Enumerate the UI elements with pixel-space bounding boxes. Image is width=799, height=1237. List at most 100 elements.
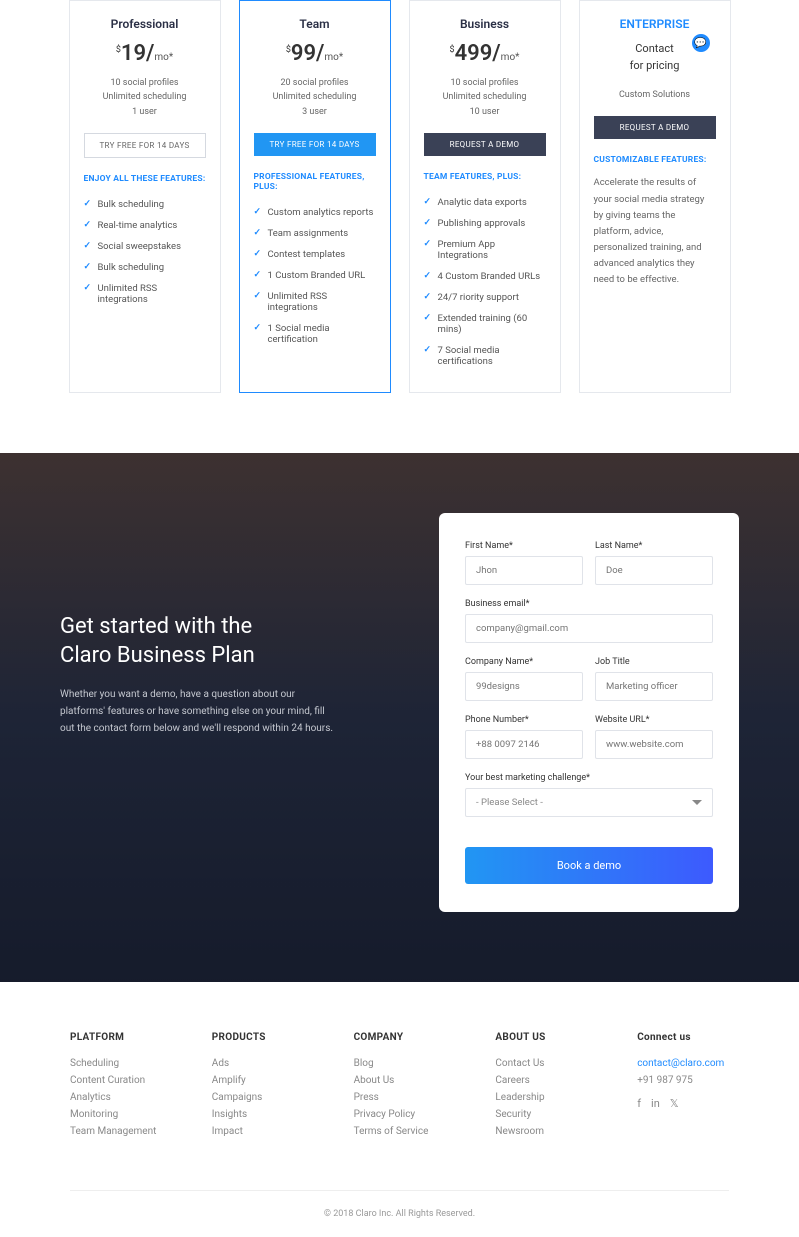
demo-form: First Name* Last Name* Business email* C… <box>439 513 739 912</box>
footer-link[interactable]: Team Management <box>70 1123 162 1140</box>
footer-link[interactable]: Press <box>354 1089 446 1106</box>
footer-column: PLATFORM SchedulingContent CurationAnalyt… <box>70 1032 162 1140</box>
feature-item: 24/7 riority support <box>424 287 546 308</box>
pricing-card: Professional$19/mo*10 social profilesUnl… <box>69 0 221 393</box>
footer-link[interactable]: Terms of Service <box>354 1123 446 1140</box>
facebook-icon[interactable]: f <box>637 1097 641 1110</box>
footer-column: PRODUCTS AdsAmplifyCampaignsInsightsImpac… <box>212 1032 304 1140</box>
footer-link[interactable]: Impact <box>212 1123 304 1140</box>
email-input[interactable] <box>465 614 713 643</box>
feature-item: Social sweepstakes <box>84 236 206 257</box>
footer-col-title: COMPANY <box>354 1032 446 1043</box>
features-list: Bulk schedulingReal-time analyticsSocial… <box>84 194 206 310</box>
footer-link[interactable]: Newsroom <box>495 1123 587 1140</box>
footer-link[interactable]: Monitoring <box>70 1106 162 1123</box>
contact-pricing: 💬Contactfor pricing <box>594 41 716 74</box>
footer-link[interactable]: Leadership <box>495 1089 587 1106</box>
feature-item: Unlimited RSS integrations <box>254 286 376 318</box>
hero-desc: Whether you want a demo, have a question… <box>60 686 340 737</box>
footer-link[interactable]: Ads <box>212 1055 304 1072</box>
first-name-input[interactable] <box>465 556 583 585</box>
job-title-input[interactable] <box>595 672 713 701</box>
contact-email[interactable]: contact@claro.com <box>637 1055 729 1072</box>
contact-phone: +91 987 975 <box>637 1072 729 1089</box>
linkedin-icon[interactable]: in <box>651 1097 660 1110</box>
feature-item: Custom analytics reports <box>254 202 376 223</box>
chat-icon[interactable]: 💬 <box>692 34 710 52</box>
last-name-input[interactable] <box>595 556 713 585</box>
plan-price: $19/mo* <box>84 41 206 66</box>
label-last-name: Last Name* <box>595 541 713 551</box>
plan-cta-button[interactable]: REQUEST A DEMO <box>424 133 546 156</box>
company-input[interactable] <box>465 672 583 701</box>
plan-meta: 20 social profilesUnlimited scheduling3 … <box>254 76 376 119</box>
hero-title: Get started with theClaro Business Plan <box>60 613 389 670</box>
footer-col-title: ABOUT US <box>495 1032 587 1043</box>
feature-item: Real-time analytics <box>84 215 206 236</box>
features-title: TEAM FEATURES, PLUS: <box>424 172 546 182</box>
features-title: PROFESSIONAL FEATURES, PLUS: <box>254 172 376 192</box>
footer-column: COMPANY BlogAbout UsPressPrivacy PolicyTe… <box>354 1032 446 1140</box>
label-first-name: First Name* <box>465 541 583 551</box>
footer-link[interactable]: Analytics <box>70 1089 162 1106</box>
plan-name: ENTERPRISE <box>594 17 716 31</box>
feature-item: 1 Custom Branded URL <box>254 265 376 286</box>
twitter-icon[interactable]: 𝕏 <box>670 1097 679 1110</box>
footer-link[interactable]: Content Curation <box>70 1072 162 1089</box>
footer-link[interactable]: Insights <box>212 1106 304 1123</box>
website-input[interactable] <box>595 730 713 759</box>
plan-cta-button[interactable]: REQUEST A DEMO <box>594 116 716 139</box>
features-list: Custom analytics reportsTeam assignments… <box>254 202 376 350</box>
feature-item: Extended training (60 mins) <box>424 308 546 340</box>
connect-title: Connect us <box>637 1032 729 1043</box>
feature-item: 7 Social media certifications <box>424 340 546 372</box>
feature-item: Unlimited RSS integrations <box>84 278 206 310</box>
book-demo-button[interactable]: Book a demo <box>465 847 713 884</box>
plan-cta-button[interactable]: TRY FREE FOR 14 DAYS <box>84 133 206 158</box>
footer-link[interactable]: Blog <box>354 1055 446 1072</box>
plan-meta: 10 social profilesUnlimited scheduling10… <box>424 76 546 119</box>
plan-name: Team <box>254 17 376 31</box>
features-title: CUSTOMIZABLE FEATURES: <box>594 155 716 165</box>
feature-item: Analytic data exports <box>424 192 546 213</box>
feature-item: Contest templates <box>254 244 376 265</box>
feature-item: Team assignments <box>254 223 376 244</box>
footer-col-title: PRODUCTS <box>212 1032 304 1043</box>
pricing-card: Team $99/mo* 20 social profilesUnlimited s… <box>239 0 391 393</box>
features-list: Analytic data exportsPublishing approval… <box>424 192 546 372</box>
label-challenge: Your best marketing challenge* <box>465 773 713 783</box>
footer-link[interactable]: Careers <box>495 1072 587 1089</box>
phone-input[interactable] <box>465 730 583 759</box>
footer-col-title: PLATFORM <box>70 1032 162 1043</box>
footer-link[interactable]: Campaigns <box>212 1089 304 1106</box>
footer-link[interactable]: Contact Us <box>495 1055 587 1072</box>
feature-item: Bulk scheduling <box>84 194 206 215</box>
plan-meta: 10 social profilesUnlimited scheduling1 … <box>84 76 206 119</box>
plan-name: Business <box>424 17 546 31</box>
challenge-select[interactable]: - Please Select - <box>465 788 713 817</box>
footer-link[interactable]: Security <box>495 1106 587 1123</box>
feature-item: Bulk scheduling <box>84 257 206 278</box>
pricing-card: Business $499/mo* 10 social profilesUnlimi… <box>409 0 561 393</box>
feature-item: 4 Custom Branded URLs <box>424 266 546 287</box>
pricing-card: ENTERPRISE 💬Contactfor pricing Custom Solu… <box>579 0 731 393</box>
footer-link[interactable]: About Us <box>354 1072 446 1089</box>
label-company: Company Name* <box>465 657 583 667</box>
plan-meta: Custom Solutions <box>594 88 716 102</box>
footer-column: ABOUT US Contact UsCareersLeadershipSecur… <box>495 1032 587 1140</box>
feature-item: Publishing approvals <box>424 213 546 234</box>
plan-cta-button[interactable]: TRY FREE FOR 14 DAYS <box>254 133 376 156</box>
label-phone: Phone Number* <box>465 715 583 725</box>
enterprise-desc: Accelerate the results of your social me… <box>594 175 716 288</box>
footer-link[interactable]: Amplify <box>212 1072 304 1089</box>
label-job-title: Job Title <box>595 657 713 667</box>
feature-item: Premium App Integrations <box>424 234 546 266</box>
footer-connect: Connect us contact@claro.com+91 987 975 fi… <box>637 1032 729 1140</box>
plan-price: $99/mo* <box>254 41 376 66</box>
copyright: © 2018 Claro Inc. All Rights Reserved. <box>70 1190 729 1237</box>
feature-item: 1 Social media certification <box>254 318 376 350</box>
footer-link[interactable]: Privacy Policy <box>354 1106 446 1123</box>
label-website: Website URL* <box>595 715 713 725</box>
plan-price: $499/mo* <box>424 41 546 66</box>
footer-link[interactable]: Scheduling <box>70 1055 162 1072</box>
